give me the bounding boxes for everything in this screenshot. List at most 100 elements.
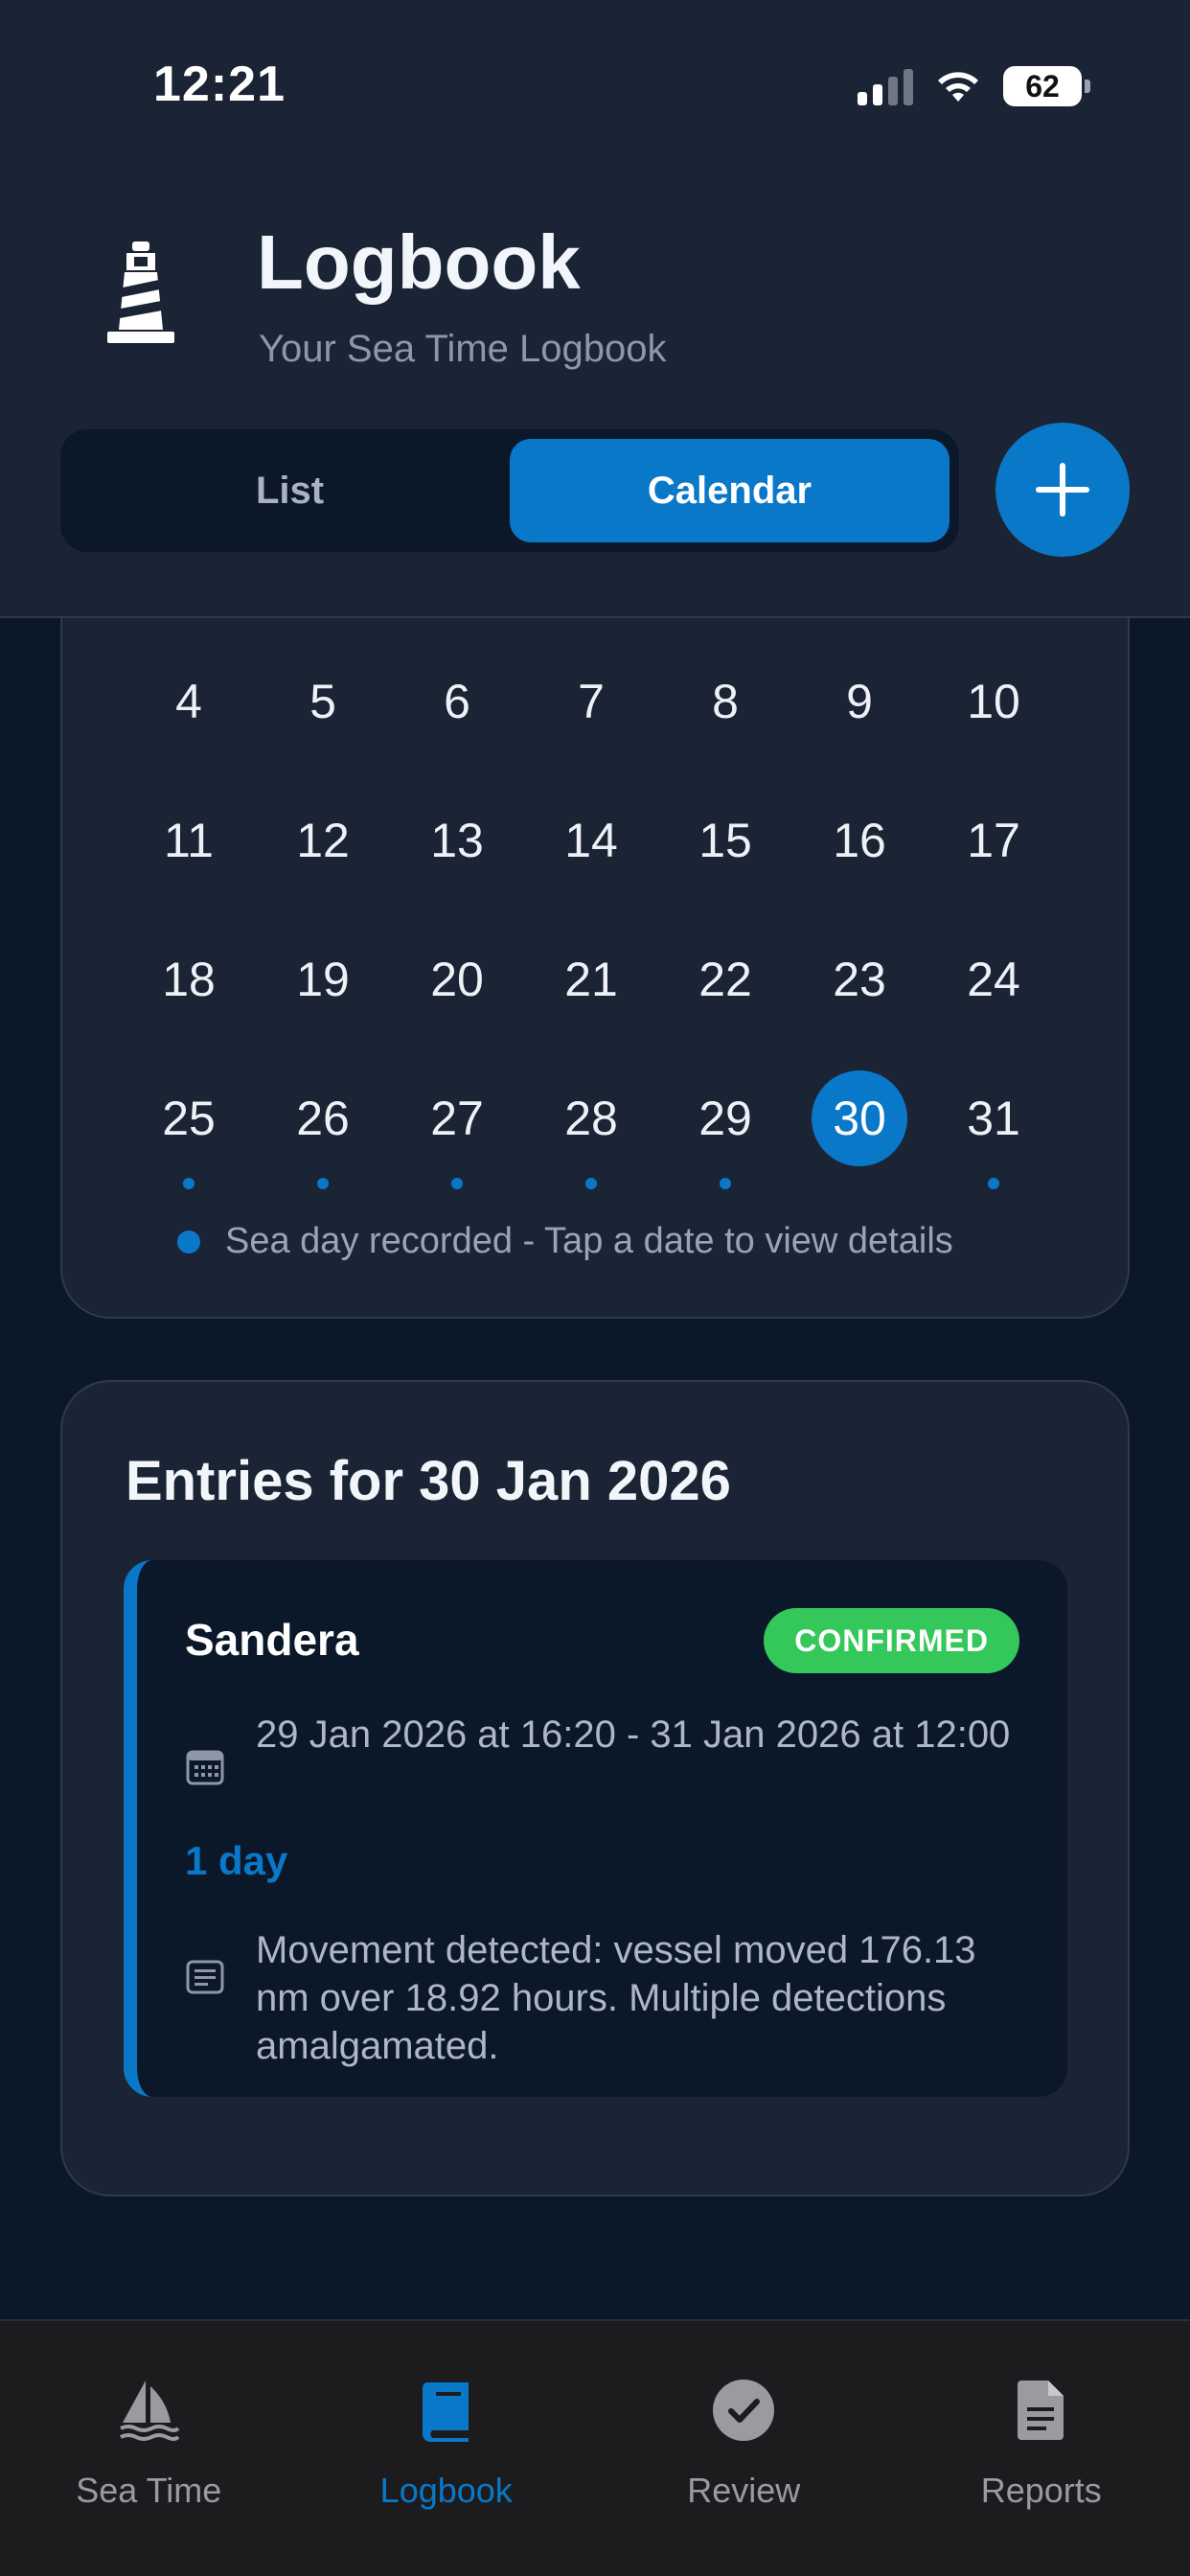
calendar-day-number: 5	[309, 675, 336, 728]
status-time: 12:21	[153, 57, 286, 112]
calendar-day[interactable]: 9	[792, 654, 927, 793]
entry-card[interactable]: Sandera CONFIRMED 29 Jan 2026 at 16:20 -…	[124, 1560, 1067, 2097]
entry-notes: Movement detected: vessel moved 176.13 n…	[256, 1929, 976, 2067]
tab-label: Logbook	[379, 2471, 513, 2510]
calendar-day[interactable]: 10	[927, 654, 1061, 793]
calendar-day-number: 16	[833, 814, 886, 867]
calendar-week: 4 5 6 7 8 9 10	[122, 654, 1061, 793]
calendar-day-number: 22	[698, 953, 752, 1006]
calendar-day[interactable]: 22	[658, 932, 792, 1070]
calendar-day[interactable]: 24	[927, 932, 1061, 1070]
calendar-day[interactable]: 16	[792, 793, 927, 932]
sea-day-dot	[585, 1178, 597, 1189]
notes-icon	[186, 1960, 224, 1994]
page-subtitle: Your Sea Time Logbook	[259, 328, 667, 370]
calendar-day-number: 21	[564, 953, 618, 1006]
calendar-day[interactable]: 15	[658, 793, 792, 932]
calendar-day[interactable]: 13	[390, 793, 524, 932]
calendar-day[interactable]: 5	[256, 654, 390, 793]
calendar-day-number: 29	[698, 1092, 752, 1145]
view-toggle: List Calendar	[60, 429, 959, 552]
calendar-day[interactable]: 17	[927, 793, 1061, 932]
calendar-day[interactable]: 25	[122, 1070, 256, 1209]
calendar-day[interactable]: 4	[122, 654, 256, 793]
calendar-week: 18 19 20 21 22 23 24	[122, 932, 1061, 1070]
calendar-day-number: 27	[430, 1092, 484, 1145]
calendar-day-number: 24	[967, 953, 1020, 1006]
calendar-day[interactable]: 12	[256, 793, 390, 932]
sea-day-dot	[317, 1178, 329, 1189]
tab-label: Sea Time	[76, 2471, 222, 2510]
calendar-day-number: 8	[712, 675, 739, 728]
calendar-day[interactable]: 7	[524, 654, 658, 793]
page-title: Logbook	[257, 219, 581, 305]
calendar-day-number: 26	[296, 1092, 350, 1145]
sea-day-dot	[451, 1178, 463, 1189]
calendar-day-number: 18	[162, 953, 216, 1006]
sea-day-dot	[988, 1178, 999, 1189]
calendar-day-number: 20	[430, 953, 484, 1006]
calendar-day[interactable]: 28	[524, 1070, 658, 1209]
calendar-day[interactable]: 23	[792, 932, 927, 1070]
calendar-day-number: 7	[578, 675, 605, 728]
vessel-name: Sandera	[185, 1615, 359, 1665]
calendar-day-number: 31	[967, 1092, 1020, 1145]
calendar-day-number: 19	[296, 953, 350, 1006]
calendar-day-number: 30	[812, 1070, 907, 1166]
entry-date-range: 29 Jan 2026 at 16:20 - 31 Jan 2026 at 12…	[256, 1714, 1011, 1756]
calendar-card: 4 5 6 7 8 9 10 11 12 13 14 15 16 17 18 19 20 21 22 23 24 25 26…	[60, 537, 1130, 1319]
tab-logbook[interactable]: Logbook	[298, 2321, 596, 2576]
calendar-day[interactable]: 19	[256, 932, 390, 1070]
calendar-day-number: 13	[430, 814, 484, 867]
document-icon	[1017, 2380, 1064, 2440]
tab-reports[interactable]: Reports	[893, 2321, 1190, 2576]
calendar-week: 25 26 27 28 29 30 31	[122, 1070, 1061, 1209]
add-entry-button[interactable]	[995, 423, 1130, 557]
calendar-day[interactable]: 20	[390, 932, 524, 1070]
calendar-day[interactable]: 30	[792, 1070, 927, 1209]
calendar-day[interactable]: 26	[256, 1070, 390, 1209]
calendar-day-number: 15	[698, 814, 752, 867]
calendar-day[interactable]: 8	[658, 654, 792, 793]
entries-title: Entries for 30 Jan 2026	[126, 1450, 731, 1512]
calendar-icon	[186, 1750, 224, 1785]
sea-day-dot	[720, 1178, 731, 1189]
calendar-day-number: 23	[833, 953, 886, 1006]
calendar-week: 11 12 13 14 15 16 17	[122, 793, 1061, 932]
tab-sea-time[interactable]: Sea Time	[0, 2321, 298, 2576]
status-badge: CONFIRMED	[764, 1608, 1019, 1673]
cellular-signal-icon	[858, 67, 913, 105]
calendar-legend: Sea day recorded - Tap a date to view de…	[177, 1221, 953, 1262]
battery-icon: 62	[1003, 66, 1090, 106]
plus-icon	[1036, 463, 1089, 517]
lighthouse-icon	[107, 242, 174, 343]
sea-day-dot-icon	[177, 1230, 200, 1254]
tab-review[interactable]: Review	[595, 2321, 893, 2576]
tab-bar: Sea Time Logbook Review Reports	[0, 2319, 1190, 2576]
calendar-day[interactable]: 6	[390, 654, 524, 793]
calendar-day[interactable]: 21	[524, 932, 658, 1070]
calendar-day[interactable]: 29	[658, 1070, 792, 1209]
calendar-day[interactable]: 27	[390, 1070, 524, 1209]
calendar-day-number: 10	[967, 675, 1020, 728]
entry-duration: 1 day	[185, 1838, 288, 1883]
calendar-day-number: 25	[162, 1092, 216, 1145]
sailboat-icon	[120, 2380, 180, 2441]
checkmark-circle-icon	[713, 2380, 775, 2441]
calendar-day-number: 4	[175, 675, 202, 728]
calendar-day[interactable]: 18	[122, 932, 256, 1070]
tab-list[interactable]: List	[70, 439, 510, 542]
calendar-day[interactable]: 11	[122, 793, 256, 932]
battery-level: 62	[1003, 66, 1082, 106]
calendar-day[interactable]: 14	[524, 793, 658, 932]
book-icon	[422, 2382, 469, 2442]
tab-label: Reports	[980, 2471, 1102, 2510]
calendar-day-number: 28	[564, 1092, 618, 1145]
tab-calendar[interactable]: Calendar	[510, 439, 950, 542]
calendar-day[interactable]: 31	[927, 1070, 1061, 1209]
legend-text: Sea day recorded - Tap a date to view de…	[225, 1221, 953, 1261]
entries-card: Entries for 30 Jan 2026 Sandera CONFIRME…	[60, 1380, 1130, 2196]
sea-day-dot	[183, 1178, 195, 1189]
status-icons: 62	[858, 63, 1090, 109]
tab-label: Review	[687, 2471, 801, 2510]
